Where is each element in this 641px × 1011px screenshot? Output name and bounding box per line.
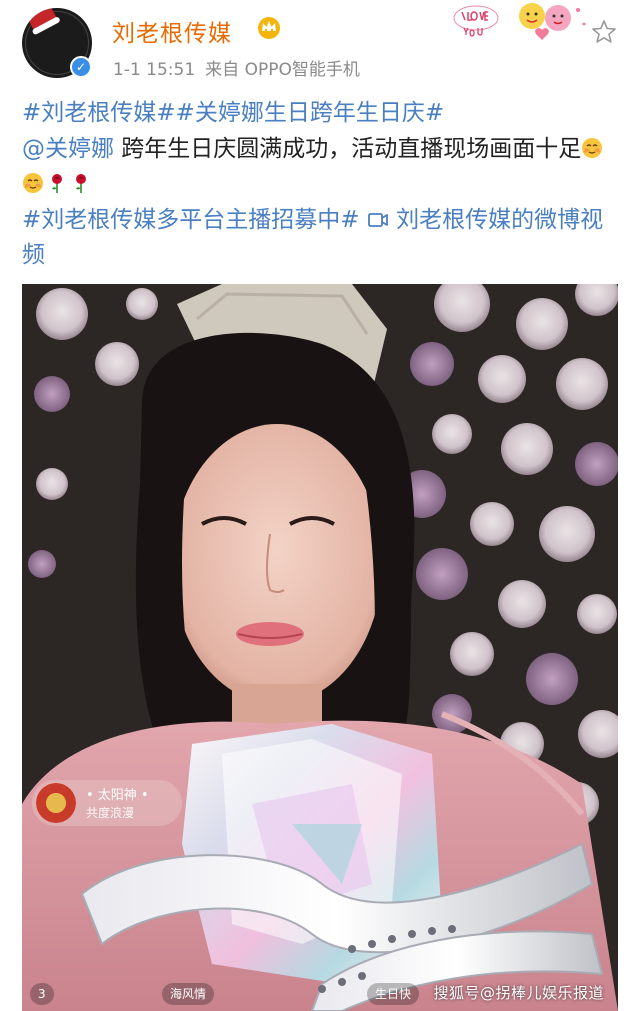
comment-chip: 生日快 xyxy=(367,983,420,1005)
video-icon xyxy=(367,212,388,227)
post-source[interactable]: 来自 OPPO智能手机 xyxy=(205,60,360,80)
watermark: 搜狐号@拐棒儿娱乐报道 xyxy=(433,984,604,1002)
post-paragraph: #刘老根传媒##关婷娜生日跨年生日庆# @关婷娜 跨年生日庆圆满成功，活动直播现… xyxy=(22,96,622,274)
hashtag-link[interactable]: #刘老根传媒多平台主播招募中# xyxy=(22,207,360,233)
comment-text: 生日快 xyxy=(375,987,412,1001)
mention-link[interactable]: @关婷娜 xyxy=(22,136,114,162)
shy-face-emoji-icon xyxy=(582,137,603,158)
comment-chip: 海风情 xyxy=(162,983,215,1005)
rose-emoji-icon xyxy=(76,174,86,193)
verified-badge-icon: ✓ xyxy=(70,56,92,78)
username[interactable]: 刘老根传媒 xyxy=(112,14,232,48)
hashtag-link[interactable]: #关婷娜生日跨年生日庆# xyxy=(176,100,445,126)
gift-badge: • 太阳神 • 共度浪漫 xyxy=(32,780,182,826)
video-thumbnail[interactable]: • 太阳神 • 共度浪漫 3 海风情 生日快 搜狐号@拐棒儿娱乐报道 xyxy=(22,284,618,1011)
love-sticker-icon xyxy=(453,3,586,40)
post-time: 1-1 15:51 xyxy=(113,60,196,80)
post-meta: 1-1 15:51 来自 OPPO智能手机 xyxy=(113,55,360,80)
crown-badge-icon xyxy=(258,17,280,39)
post-header: ✓ 刘老根传媒 1-1 15:51 来自 OPPO智能手机 xyxy=(0,0,641,90)
viewer-count-chip: 3 xyxy=(30,983,54,1005)
comment-user: 海风情 xyxy=(170,987,207,1001)
star-icon[interactable] xyxy=(590,18,618,46)
badge-emblem-icon xyxy=(36,783,76,823)
viewer-count: 3 xyxy=(38,987,46,1001)
rose-emoji-icon xyxy=(52,174,62,193)
shy-face-emoji-icon xyxy=(23,173,43,193)
badge-name: • 太阳神 • xyxy=(86,788,149,803)
post-text: 跨年生日庆圆满成功，活动直播现场画面十足 xyxy=(114,135,582,162)
video-frame-illustration xyxy=(22,284,618,1011)
post-body: #刘老根传媒##关婷娜生日跨年生日庆# @关婷娜 跨年生日庆圆满成功，活动直播现… xyxy=(22,96,622,274)
badge-subtitle: 共度浪漫 xyxy=(86,806,135,820)
hashtag-link[interactable]: #刘老根传媒# xyxy=(22,100,176,126)
